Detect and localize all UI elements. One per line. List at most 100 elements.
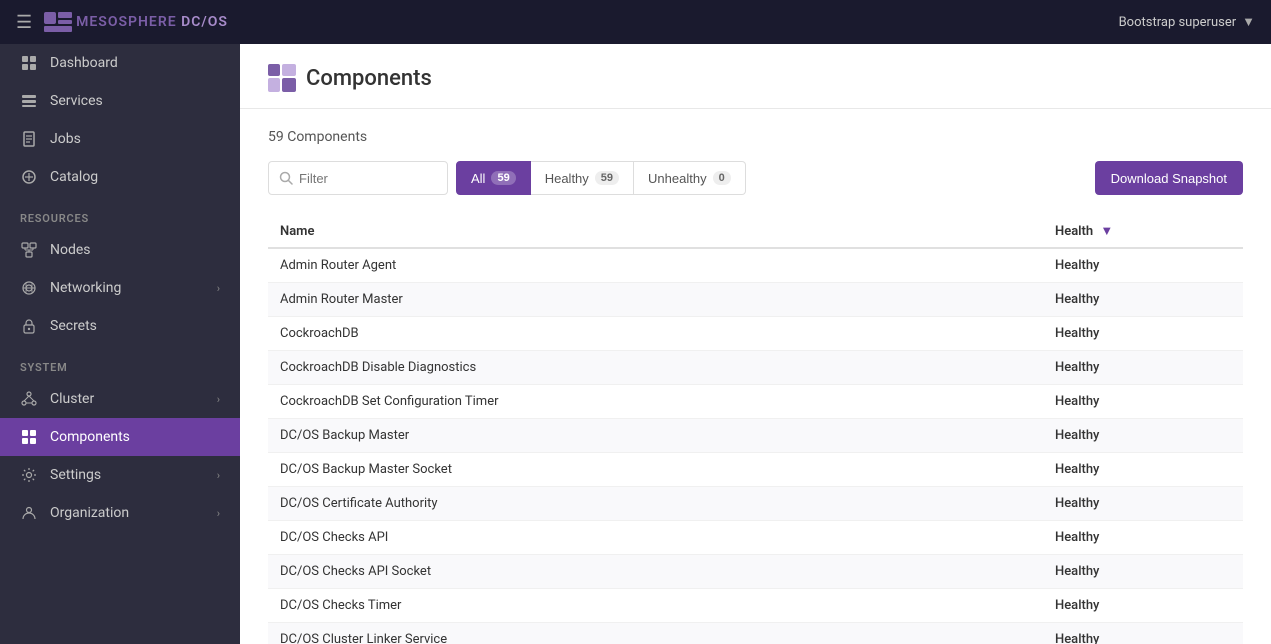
table-row[interactable]: Admin Router AgentHealthy	[268, 248, 1243, 283]
cell-component-name: DC/OS Checks Timer	[268, 589, 1043, 623]
page-title: Components	[306, 66, 432, 91]
table-row[interactable]: CockroachDB Disable DiagnosticsHealthy	[268, 351, 1243, 385]
cell-component-health: Healthy	[1043, 521, 1243, 555]
secrets-icon	[20, 317, 38, 335]
health-sort-icon: ▼	[1100, 224, 1113, 239]
catalog-icon	[20, 168, 38, 186]
cluster-icon	[20, 390, 38, 408]
cell-component-health: Healthy	[1043, 385, 1243, 419]
filter-input-wrap[interactable]	[268, 161, 448, 195]
cell-component-health: Healthy	[1043, 453, 1243, 487]
cell-component-name: DC/OS Checks API Socket	[268, 555, 1043, 589]
sidebar-item-catalog[interactable]: Catalog	[0, 158, 240, 196]
sidebar-label-cluster: Cluster	[50, 391, 94, 407]
cell-component-name: DC/OS Backup Master	[268, 419, 1043, 453]
cell-component-name: CockroachDB	[268, 317, 1043, 351]
cell-component-name: CockroachDB Set Configuration Timer	[268, 385, 1043, 419]
filter-tab-healthy-label: Healthy	[545, 171, 589, 186]
nodes-icon	[20, 241, 38, 259]
table-row[interactable]: DC/OS Certificate AuthorityHealthy	[268, 487, 1243, 521]
user-label: Bootstrap superuser	[1119, 15, 1237, 30]
settings-chevron-icon: ›	[217, 469, 220, 482]
settings-icon	[20, 466, 38, 484]
filter-tab-healthy-count: 59	[595, 171, 619, 185]
filter-tab-unhealthy-label: Unhealthy	[648, 171, 707, 186]
filter-tab-all-count: 59	[491, 171, 515, 185]
sidebar-label-catalog: Catalog	[50, 169, 98, 185]
cell-component-name: DC/OS Checks API	[268, 521, 1043, 555]
sidebar-item-settings[interactable]: Settings ›	[0, 456, 240, 494]
logo-icon	[44, 12, 72, 32]
sidebar-label-jobs: Jobs	[50, 131, 81, 147]
filter-tab-all-label: All	[471, 171, 485, 186]
table-row[interactable]: DC/OS Checks API SocketHealthy	[268, 555, 1243, 589]
sidebar-item-secrets[interactable]: Secrets	[0, 307, 240, 345]
sidebar-label-components: Components	[50, 429, 130, 445]
cell-component-health: Healthy	[1043, 419, 1243, 453]
top-navigation: ☰ MESOSPHERE DC/OS Bootstrap superuser ▼	[0, 0, 1271, 44]
count-label: 59 Components	[268, 129, 1243, 145]
toolbar-left: All 59 Healthy 59 Unhealthy 0	[268, 161, 746, 195]
cell-component-name: DC/OS Cluster Linker Service	[268, 623, 1043, 644]
sidebar-label-dashboard: Dashboard	[50, 55, 118, 71]
sidebar-label-nodes: Nodes	[50, 242, 91, 258]
filter-tab-unhealthy-count: 0	[713, 171, 731, 185]
networking-icon	[20, 279, 38, 297]
cell-component-name: Admin Router Master	[268, 283, 1043, 317]
table-row[interactable]: Admin Router MasterHealthy	[268, 283, 1243, 317]
sidebar-item-services[interactable]: Services	[0, 82, 240, 120]
sidebar-item-components[interactable]: Components	[0, 418, 240, 456]
user-menu-caret-icon: ▼	[1242, 14, 1255, 30]
sidebar-label-networking: Networking	[50, 280, 121, 296]
sidebar-item-networking[interactable]: Networking ›	[0, 269, 240, 307]
networking-chevron-icon: ›	[217, 282, 220, 295]
components-table: Name Health ▼ Admin Router AgentHealthyA…	[268, 215, 1243, 644]
organization-chevron-icon: ›	[217, 507, 220, 520]
table-row[interactable]: DC/OS Backup MasterHealthy	[268, 419, 1243, 453]
cell-component-name: DC/OS Backup Master Socket	[268, 453, 1043, 487]
organization-icon	[20, 504, 38, 522]
sidebar-label-organization: Organization	[50, 505, 129, 521]
table-row[interactable]: DC/OS Backup Master SocketHealthy	[268, 453, 1243, 487]
table-row[interactable]: DC/OS Checks APIHealthy	[268, 521, 1243, 555]
column-header-name: Name	[268, 215, 1043, 248]
sidebar-item-nodes[interactable]: Nodes	[0, 231, 240, 269]
main-content: Components 59 Components All	[240, 44, 1271, 644]
sidebar-item-jobs[interactable]: Jobs	[0, 120, 240, 158]
column-header-health[interactable]: Health ▼	[1043, 215, 1243, 248]
sidebar-label-secrets: Secrets	[50, 318, 97, 334]
content-area: 59 Components All 59	[240, 109, 1271, 644]
filter-input[interactable]	[299, 171, 437, 186]
cell-component-name: CockroachDB Disable Diagnostics	[268, 351, 1043, 385]
cell-component-health: Healthy	[1043, 248, 1243, 283]
user-menu[interactable]: Bootstrap superuser ▼	[1119, 14, 1255, 30]
logo-text: MESOSPHERE DC/OS	[76, 14, 228, 30]
dashboard-icon	[20, 54, 38, 72]
table-row[interactable]: DC/OS Checks TimerHealthy	[268, 589, 1243, 623]
cell-component-health: Healthy	[1043, 589, 1243, 623]
filter-tab-all[interactable]: All 59	[456, 161, 531, 195]
filter-tab-healthy[interactable]: Healthy 59	[531, 161, 634, 195]
resources-section-label: Resources	[0, 196, 240, 231]
system-section-label: System	[0, 345, 240, 380]
sidebar-label-services: Services	[50, 93, 103, 109]
table-row[interactable]: CockroachDBHealthy	[268, 317, 1243, 351]
cluster-chevron-icon: ›	[217, 393, 220, 406]
sidebar-item-dashboard[interactable]: Dashboard	[0, 44, 240, 82]
cell-component-health: Healthy	[1043, 623, 1243, 644]
components-icon	[20, 428, 38, 446]
table-row[interactable]: CockroachDB Set Configuration TimerHealt…	[268, 385, 1243, 419]
cell-component-name: DC/OS Certificate Authority	[268, 487, 1043, 521]
filter-tab-unhealthy[interactable]: Unhealthy 0	[634, 161, 746, 195]
search-icon	[279, 171, 293, 185]
sidebar-item-cluster[interactable]: Cluster ›	[0, 380, 240, 418]
download-snapshot-button[interactable]: Download Snapshot	[1095, 161, 1243, 195]
table-row[interactable]: DC/OS Cluster Linker ServiceHealthy	[268, 623, 1243, 644]
sidebar-item-organization[interactable]: Organization ›	[0, 494, 240, 532]
filter-tabs: All 59 Healthy 59 Unhealthy 0	[456, 161, 746, 195]
jobs-icon	[20, 130, 38, 148]
page-header: Components	[240, 44, 1271, 109]
table-body: Admin Router AgentHealthyAdmin Router Ma…	[268, 248, 1243, 644]
hamburger-menu-icon[interactable]: ☰	[16, 12, 32, 33]
services-icon	[20, 92, 38, 110]
